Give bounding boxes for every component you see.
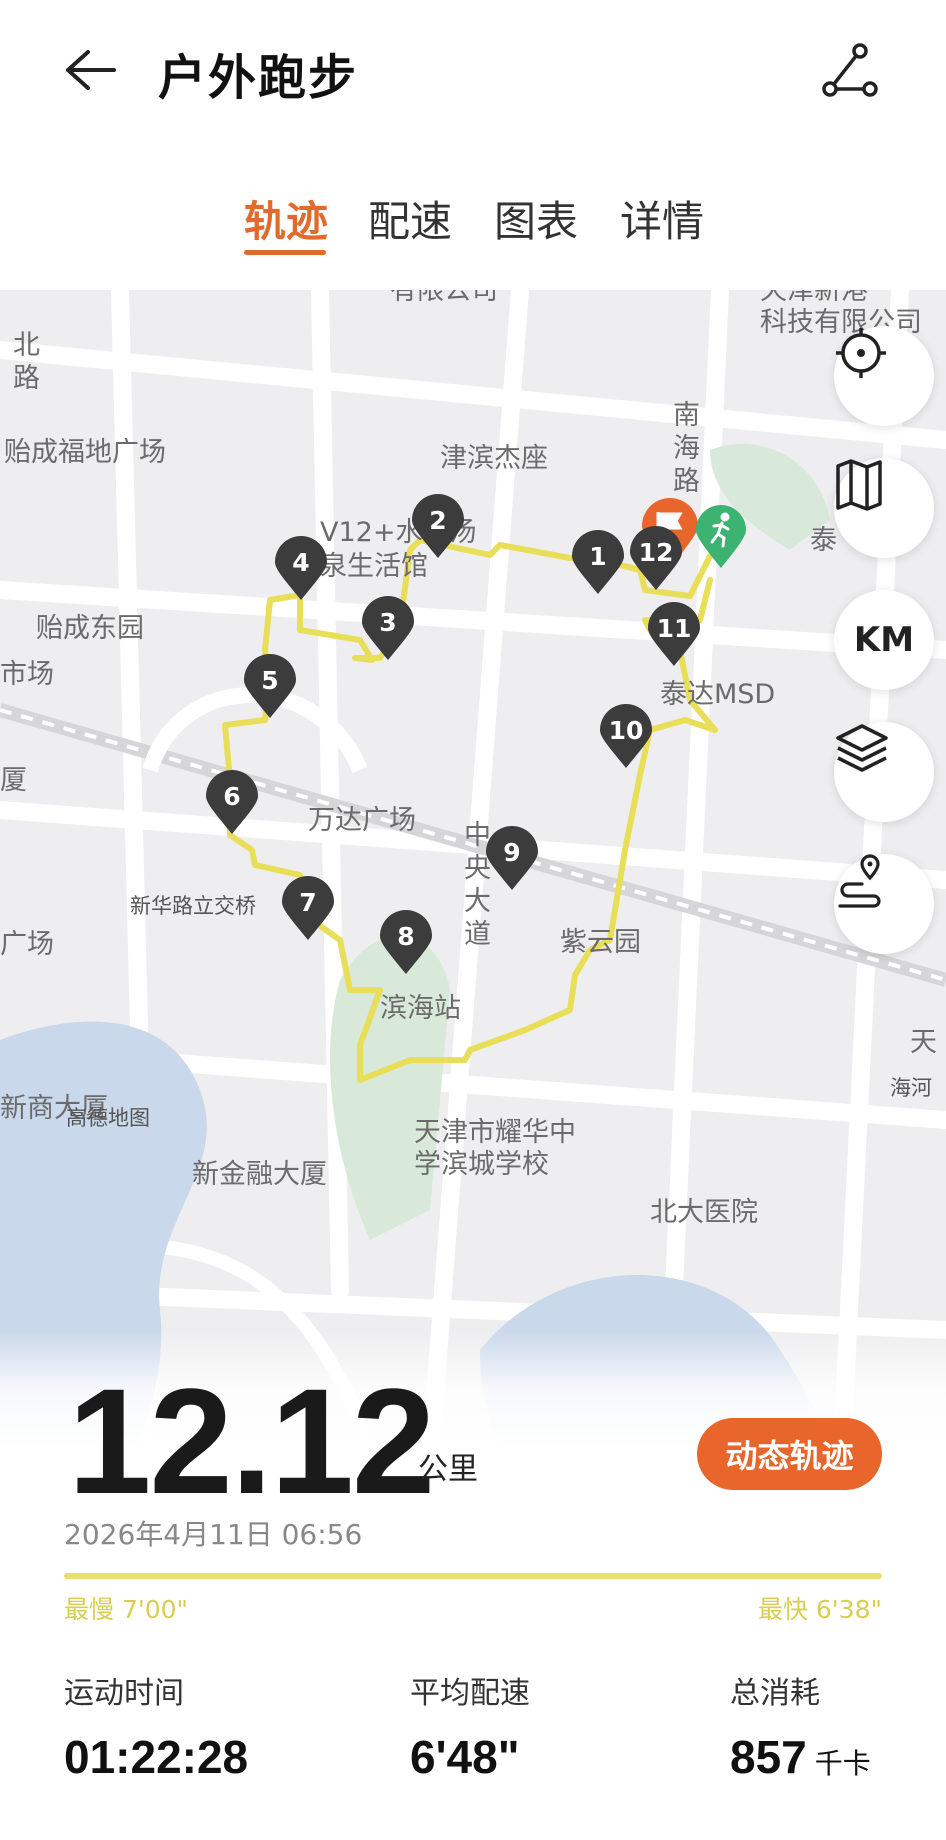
map-label: 高德地图	[66, 1106, 150, 1130]
layers-icon	[836, 724, 888, 772]
tab-details[interactable]: 详情	[620, 188, 704, 249]
map-label: 新金融大厦	[192, 1159, 327, 1190]
route-pin-icon	[838, 854, 881, 908]
map-label: 泰达MSD	[660, 679, 776, 710]
fastest-pace: 最快 6'38"	[757, 1595, 882, 1624]
active-tab-indicator	[244, 250, 326, 255]
km-pin-6[interactable]: 6	[204, 770, 260, 836]
km-pin-3[interactable]: 3	[360, 596, 416, 662]
distance-value: 12.12	[68, 1357, 435, 1525]
map-label: 学滨城学校	[414, 1149, 549, 1180]
stat-value-row: 857 千卡	[730, 1730, 871, 1784]
route-share-icon	[822, 43, 878, 97]
tab-track[interactable]: 轨迹	[244, 188, 328, 249]
page-title: 户外跑步	[158, 50, 359, 106]
map-label: 有限公司	[390, 290, 498, 306]
map-label: 泰	[810, 525, 837, 556]
end-marker	[696, 505, 746, 568]
km-pin-11[interactable]: 11	[646, 602, 702, 668]
km-pin-8[interactable]: 8	[378, 910, 434, 976]
tab-chart[interactable]: 图表	[494, 188, 578, 249]
km-toggle-button[interactable]: KM	[834, 590, 934, 690]
map-label: 广场	[0, 929, 54, 960]
map-label: 天	[910, 1027, 937, 1058]
layers-button[interactable]	[834, 722, 934, 822]
map-label: 新华路立交桥	[130, 894, 256, 918]
km-pin-1[interactable]: 1	[570, 530, 626, 596]
locate-crosshair-icon	[836, 328, 886, 378]
map-label: 紫云园	[560, 927, 641, 958]
stat-duration: 运动时间 01:22:28	[64, 1668, 248, 1784]
map-label: 厦	[0, 765, 27, 796]
route-navigation-button[interactable]	[834, 854, 934, 954]
km-label: KM	[853, 620, 915, 660]
tab-bar: 轨迹 配速 图表 详情	[0, 188, 946, 258]
stat-value: 01:22:28	[64, 1731, 249, 1783]
map-style-button[interactable]	[834, 458, 934, 558]
stat-label: 运动时间	[64, 1676, 184, 1711]
km-pin-2[interactable]: 2	[410, 494, 466, 560]
tab-pace[interactable]: 配速	[368, 188, 452, 249]
dynamic-track-button[interactable]: 动态轨迹	[697, 1418, 882, 1490]
share-route-button[interactable]	[815, 40, 885, 100]
map-label: 市场	[0, 659, 54, 690]
slowest-pace: 最慢 7'00"	[64, 1595, 189, 1624]
stat-value: 857	[730, 1731, 807, 1783]
map-label: 滨海站	[380, 993, 461, 1024]
map-label: 贻成东园	[36, 613, 144, 644]
km-pin-7[interactable]: 7	[280, 876, 336, 942]
stat-calories: 总消耗 857 千卡	[730, 1668, 871, 1784]
map-label: 北路	[8, 330, 39, 396]
km-pin-12[interactable]: 12	[628, 526, 684, 592]
stat-avg-pace: 平均配速 6'48"	[410, 1668, 530, 1784]
map-label: 贻成福地广场	[4, 437, 166, 468]
workout-datetime: 2026年4月11日 06:56	[64, 1518, 363, 1551]
map-label: 北大医院	[650, 1197, 758, 1228]
stat-label: 平均配速	[410, 1676, 530, 1711]
km-pin-4[interactable]: 4	[273, 536, 329, 602]
map-label: 万达广场	[308, 805, 416, 836]
distance-unit: 公里	[418, 1452, 478, 1487]
locate-button[interactable]	[834, 326, 934, 426]
stat-value: 6'48"	[410, 1731, 520, 1783]
km-pin-10[interactable]: 10	[598, 704, 654, 770]
map-fold-icon	[836, 459, 882, 511]
arrow-left-icon	[66, 50, 116, 90]
map-label: 津滨杰座	[440, 443, 548, 474]
map-label: 南海路	[668, 400, 699, 499]
km-pin-5[interactable]: 5	[242, 654, 298, 720]
stat-label: 总消耗	[730, 1676, 820, 1711]
header-bar: 户外跑步	[0, 0, 946, 150]
pace-range-bar	[64, 1573, 882, 1579]
back-button[interactable]	[60, 40, 120, 100]
stat-unit: 千卡	[814, 1748, 871, 1779]
map-label: 海河	[890, 1076, 932, 1100]
km-pin-9[interactable]: 9	[484, 826, 540, 892]
